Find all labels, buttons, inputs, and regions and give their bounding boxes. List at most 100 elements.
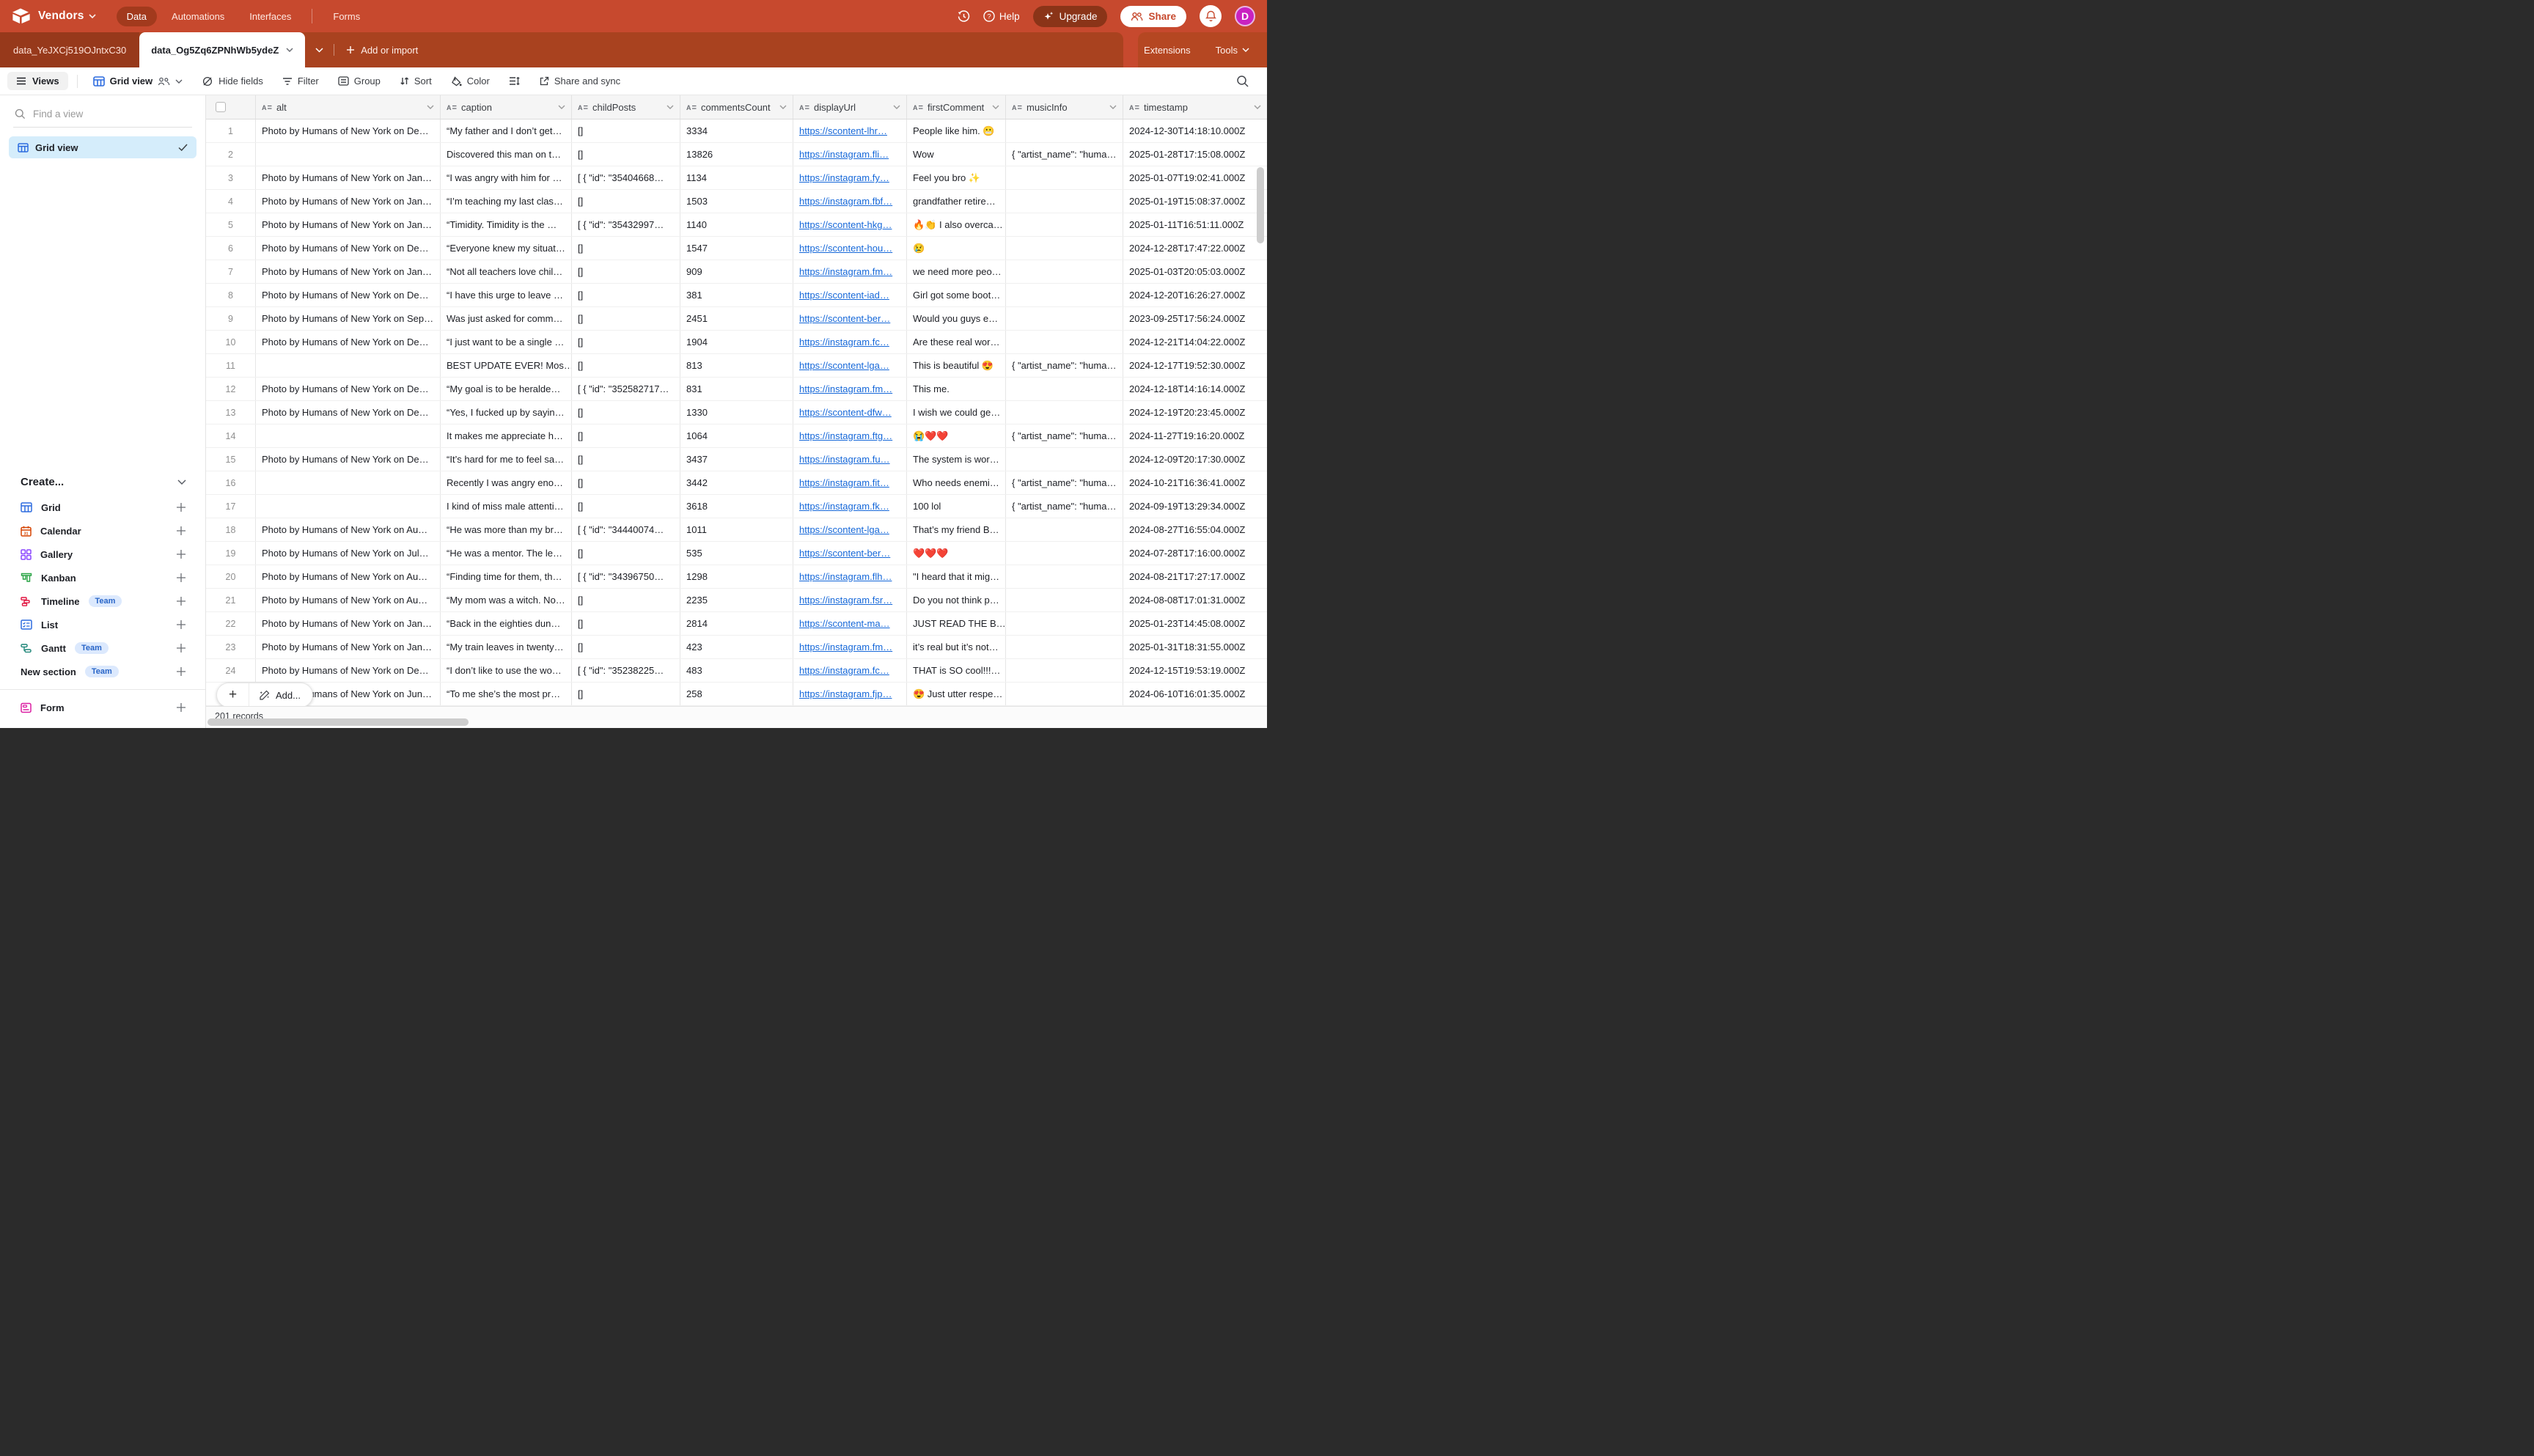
cell-musicInfo[interactable]: [1006, 166, 1123, 189]
cell-childPosts[interactable]: []: [572, 307, 680, 330]
cell-childPosts[interactable]: []: [572, 448, 680, 471]
cell-childPosts[interactable]: []: [572, 354, 680, 377]
cell-alt[interactable]: Photo by Humans of New York on De…: [256, 378, 441, 400]
cell-commentsCount[interactable]: 1904: [680, 331, 793, 353]
create-item-gantt[interactable]: GanttTeam: [0, 636, 205, 660]
search-icon[interactable]: [1236, 75, 1249, 88]
row-number[interactable]: 13: [206, 401, 256, 424]
cell-timestamp[interactable]: 2024-12-09T20:17:30.000Z: [1123, 448, 1267, 471]
cell-firstComment[interactable]: 😭❤️❤️: [907, 424, 1006, 447]
add-or-import-button[interactable]: Add or import: [334, 32, 430, 67]
cell-timestamp[interactable]: 2024-12-20T16:26:27.000Z: [1123, 284, 1267, 306]
cell-firstComment[interactable]: ❤️❤️❤️: [907, 542, 1006, 565]
cell-firstComment[interactable]: 😍 Just utter respe…: [907, 683, 1006, 705]
column-header-childPosts[interactable]: AchildPosts: [572, 95, 680, 119]
cell-alt[interactable]: Photo by Humans of New York on Sep…: [256, 307, 441, 330]
plus-icon[interactable]: [176, 549, 186, 559]
cell-timestamp[interactable]: 2024-08-27T16:55:04.000Z: [1123, 518, 1267, 541]
cell-displayUrl[interactable]: https://instagram.fjp…: [793, 683, 907, 705]
cell-musicInfo[interactable]: { "artist_name": "huma…: [1006, 143, 1123, 166]
cell-musicInfo[interactable]: [1006, 589, 1123, 611]
create-item-list[interactable]: List: [0, 613, 205, 636]
cell-timestamp[interactable]: 2024-08-21T17:27:17.000Z: [1123, 565, 1267, 588]
cell-firstComment[interactable]: The system is wor…: [907, 448, 1006, 471]
notifications-button[interactable]: [1200, 5, 1222, 27]
cell-commentsCount[interactable]: 1140: [680, 213, 793, 236]
cell-alt[interactable]: [256, 143, 441, 166]
cell-caption[interactable]: “I just want to be a single …: [441, 331, 572, 353]
cell-commentsCount[interactable]: 258: [680, 683, 793, 705]
cell-firstComment[interactable]: Who needs enemi…: [907, 471, 1006, 494]
cell-displayUrl[interactable]: https://scontent-lhr…: [793, 120, 907, 142]
cell-commentsCount[interactable]: 2235: [680, 589, 793, 611]
cell-firstComment[interactable]: THAT is SO cool!!!…: [907, 659, 1006, 682]
cell-childPosts[interactable]: []: [572, 471, 680, 494]
cell-alt[interactable]: Photo by Humans of New York on Au…: [256, 518, 441, 541]
cell-firstComment[interactable]: it’s real but it’s not…: [907, 636, 1006, 658]
cell-childPosts[interactable]: [ { "id": "35432997…: [572, 213, 680, 236]
cell-displayUrl[interactable]: https://instagram.fy…: [793, 166, 907, 189]
cell-musicInfo[interactable]: [1006, 518, 1123, 541]
cell-timestamp[interactable]: 2025-01-19T15:08:37.000Z: [1123, 190, 1267, 213]
row-number[interactable]: 8: [206, 284, 256, 306]
row-number[interactable]: 24: [206, 659, 256, 682]
cell-timestamp[interactable]: 2025-01-23T14:45:08.000Z: [1123, 612, 1267, 635]
cell-alt[interactable]: Photo by Humans of New York on De…: [256, 237, 441, 260]
create-item-kanban[interactable]: Kanban: [0, 566, 205, 589]
cell-musicInfo[interactable]: [1006, 378, 1123, 400]
cell-musicInfo[interactable]: [1006, 683, 1123, 705]
row-number[interactable]: 19: [206, 542, 256, 565]
cell-displayUrl[interactable]: https://scontent-ber…: [793, 542, 907, 565]
cell-alt[interactable]: Photo by Humans of New York on De…: [256, 448, 441, 471]
plus-icon[interactable]: [176, 619, 186, 630]
cell-alt[interactable]: Photo by Humans of New York on De…: [256, 331, 441, 353]
group-button[interactable]: Group: [331, 72, 387, 90]
cell-caption[interactable]: Discovered this man on t…: [441, 143, 572, 166]
cell-childPosts[interactable]: []: [572, 331, 680, 353]
cell-displayUrl[interactable]: https://instagram.fit…: [793, 471, 907, 494]
cell-displayUrl[interactable]: https://instagram.ftg…: [793, 424, 907, 447]
cell-caption[interactable]: “He was a mentor. The le…: [441, 542, 572, 565]
cell-commentsCount[interactable]: 1298: [680, 565, 793, 588]
tools-button[interactable]: Tools: [1216, 45, 1249, 56]
cell-timestamp[interactable]: 2025-01-28T17:15:08.000Z: [1123, 143, 1267, 166]
table-tab-active[interactable]: data_Og5Zq6ZPNhWb5ydeZ: [139, 32, 305, 67]
sort-button[interactable]: Sort: [393, 72, 438, 90]
cell-alt[interactable]: Photo by Humans of New York on Au…: [256, 565, 441, 588]
help-button[interactable]: ? Help: [983, 10, 1020, 22]
cell-childPosts[interactable]: [ { "id": "34440074…: [572, 518, 680, 541]
cell-caption[interactable]: “He was more than my br…: [441, 518, 572, 541]
chevron-down-icon[interactable]: [779, 105, 787, 109]
cell-caption[interactable]: “Finding time for them, th…: [441, 565, 572, 588]
chevron-down-icon[interactable]: [992, 105, 999, 109]
cell-caption[interactable]: It makes me appreciate h…: [441, 424, 572, 447]
cell-alt[interactable]: Photo by Humans of New York on Jan…: [256, 213, 441, 236]
cell-timestamp[interactable]: 2023-09-25T17:56:24.000Z: [1123, 307, 1267, 330]
ai-add-button[interactable]: Add...: [249, 683, 312, 707]
create-item-grid[interactable]: Grid: [0, 496, 205, 519]
cell-firstComment[interactable]: People like him. 😬: [907, 120, 1006, 142]
cell-timestamp[interactable]: 2024-09-19T13:29:34.000Z: [1123, 495, 1267, 518]
cell-childPosts[interactable]: []: [572, 495, 680, 518]
chevron-down-icon[interactable]: [1254, 105, 1261, 109]
cell-childPosts[interactable]: []: [572, 542, 680, 565]
cell-childPosts[interactable]: []: [572, 424, 680, 447]
cell-commentsCount[interactable]: 831: [680, 378, 793, 400]
cell-timestamp[interactable]: 2024-11-27T19:16:20.000Z: [1123, 424, 1267, 447]
cell-caption[interactable]: “It’s hard for me to feel sa…: [441, 448, 572, 471]
cell-alt[interactable]: Photo by Humans of New York on De…: [256, 284, 441, 306]
cell-timestamp[interactable]: 2024-12-19T20:23:45.000Z: [1123, 401, 1267, 424]
cell-childPosts[interactable]: [ { "id": "34396750…: [572, 565, 680, 588]
cell-alt[interactable]: [256, 471, 441, 494]
cell-firstComment[interactable]: JUST READ THE B…: [907, 612, 1006, 635]
create-item-timeline[interactable]: TimelineTeam: [0, 589, 205, 613]
cell-firstComment[interactable]: 😢: [907, 237, 1006, 260]
cell-caption[interactable]: “My train leaves in twenty…: [441, 636, 572, 658]
row-number[interactable]: 9: [206, 307, 256, 330]
cell-commentsCount[interactable]: 2451: [680, 307, 793, 330]
cell-childPosts[interactable]: []: [572, 612, 680, 635]
cell-musicInfo[interactable]: [1006, 284, 1123, 306]
create-item-calendar[interactable]: 31Calendar: [0, 519, 205, 543]
table-list-chevron-button[interactable]: [305, 32, 334, 67]
cell-displayUrl[interactable]: https://instagram.fm…: [793, 260, 907, 283]
